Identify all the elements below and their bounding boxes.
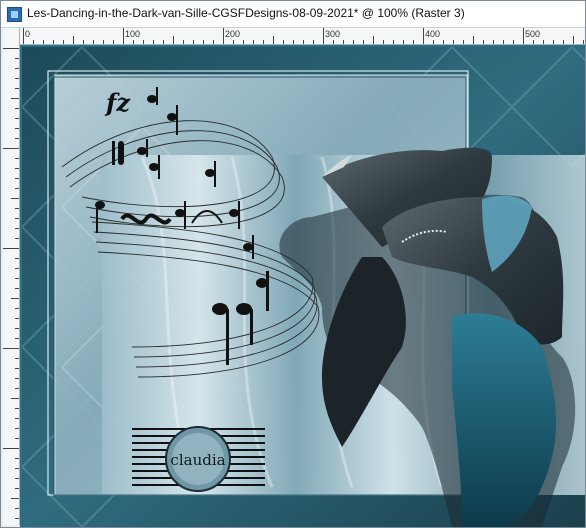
window-title: Les-Dancing-in-the-Dark-van-Sille-CGSFDe… <box>27 6 465 20</box>
document-icon <box>7 7 22 22</box>
ruler-label-500: 500 <box>525 29 541 39</box>
title-bar[interactable]: Les-Dancing-in-the-Dark-van-Sille-CGSFDe… <box>1 1 585 28</box>
forte-mark: fz <box>104 88 131 117</box>
ruler-label-200: 200 <box>225 29 241 39</box>
watermark-text: claudia <box>170 451 225 469</box>
ruler-label-0: 0 <box>25 29 31 39</box>
document-window: Les-Dancing-in-the-Dark-van-Sille-CGSFDe… <box>0 0 586 528</box>
vertical-ruler <box>3 28 20 525</box>
image-canvas[interactable]: fz claudia <box>20 45 585 527</box>
vertical-ruler-ticks <box>3 48 19 519</box>
ruler-label-100: 100 <box>125 29 141 39</box>
ruler-label-300: 300 <box>325 29 341 39</box>
ruler-label-400: 400 <box>425 29 441 39</box>
horizontal-ruler-ticks <box>23 28 584 44</box>
horizontal-ruler: 0 100 200 300 400 500 <box>19 28 585 45</box>
artwork: fz claudia <box>22 47 585 527</box>
